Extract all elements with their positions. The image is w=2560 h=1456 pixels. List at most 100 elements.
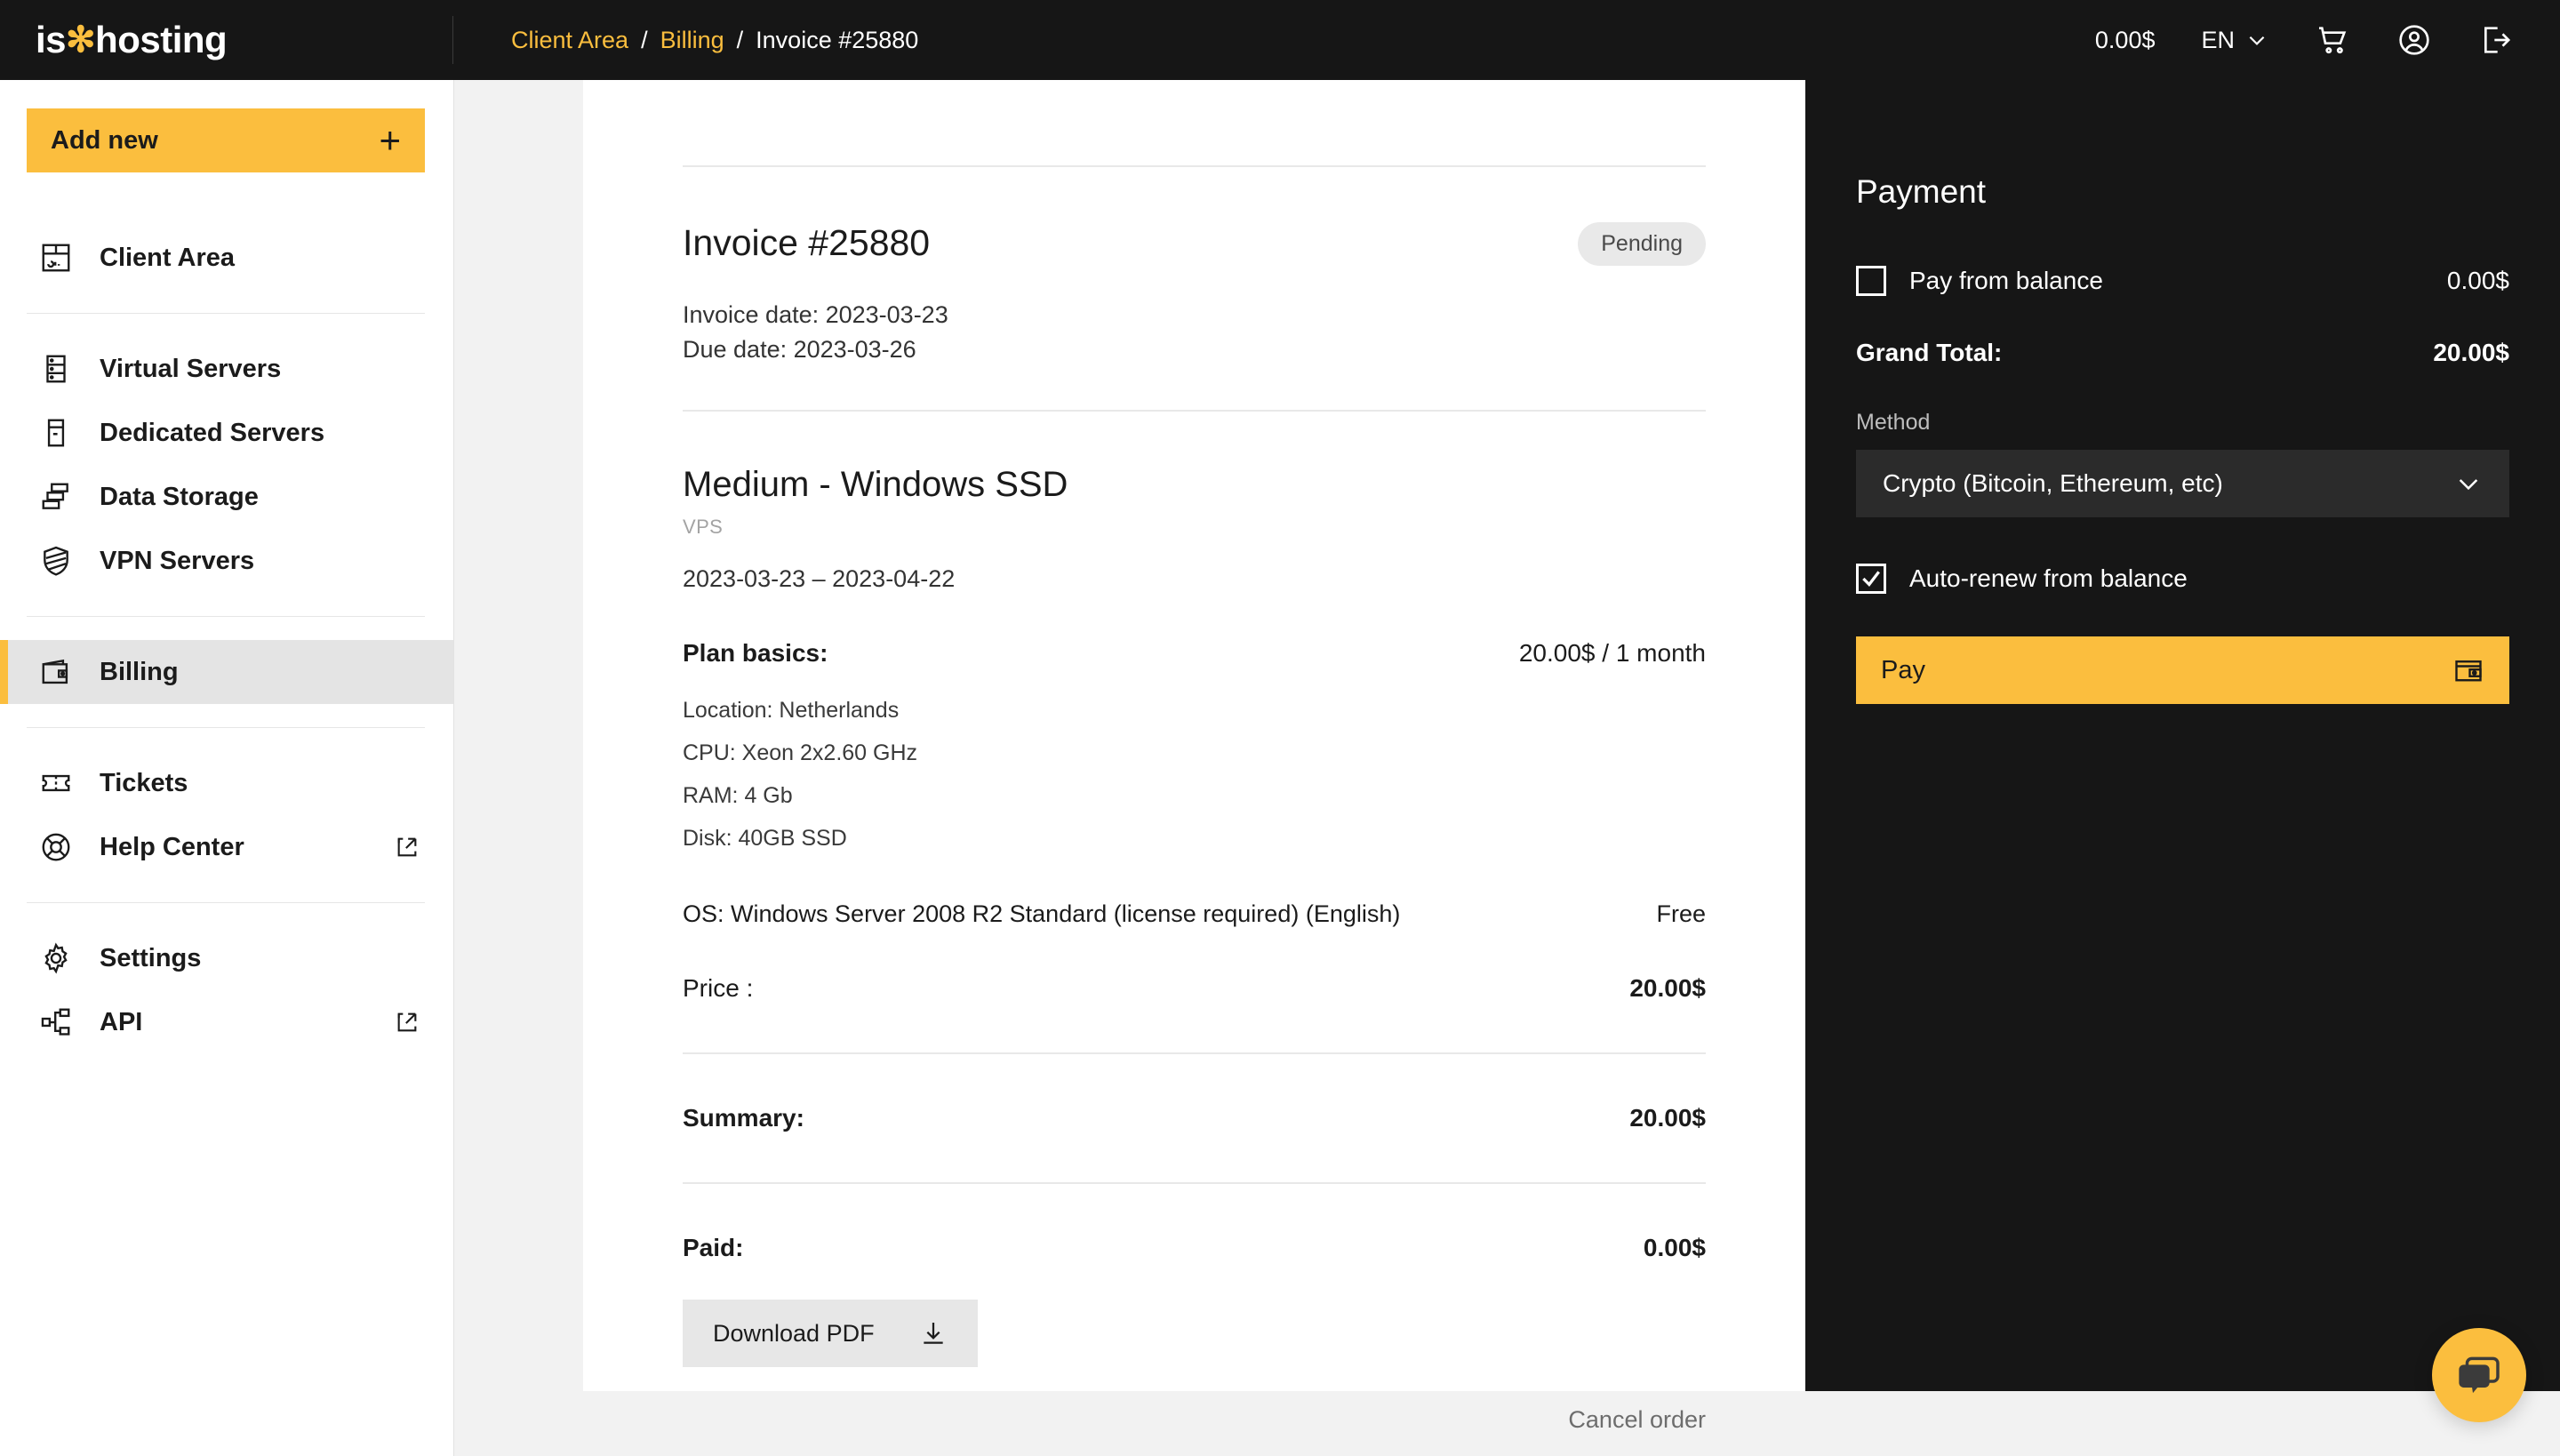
add-new-button[interactable]: Add new + bbox=[27, 108, 425, 172]
payment-method-value: Crypto (Bitcoin, Ethereum, etc) bbox=[1883, 469, 2223, 497]
breadcrumb-separator: / bbox=[736, 26, 744, 53]
logout-icon[interactable] bbox=[2478, 22, 2514, 58]
account-icon[interactable] bbox=[2396, 22, 2432, 58]
sidebar-item-dedicated-servers[interactable]: Dedicated Servers bbox=[0, 401, 453, 465]
invoice-dates: Invoice date: 2023-03-23 Due date: 2023-… bbox=[683, 298, 1706, 367]
server-rack-icon bbox=[46, 355, 66, 383]
method-label: Method bbox=[1856, 410, 1931, 435]
chevron-down-icon bbox=[2249, 36, 2265, 45]
spec-location: Location: Netherlands bbox=[683, 698, 900, 724]
payment-method-select[interactable]: Crypto (Bitcoin, Ethereum, etc) bbox=[1856, 450, 2509, 517]
chat-widget-button[interactable] bbox=[2432, 1328, 2526, 1422]
status-badge: Pending bbox=[1578, 222, 1706, 266]
auto-renew-control[interactable]: Auto-renew from balance bbox=[1856, 564, 2188, 594]
database-stack-icon bbox=[42, 483, 68, 509]
plan-basics-price: 20.00$ / 1 month bbox=[1518, 639, 1706, 668]
language-label: EN bbox=[2201, 26, 2235, 53]
os-price: Free bbox=[1656, 900, 1706, 928]
sidebar-item-label: Tickets bbox=[100, 768, 188, 797]
breadcrumb-current: Invoice #25880 bbox=[756, 26, 919, 53]
sidebar-item-label: Billing bbox=[100, 657, 179, 686]
sidebar-item-label: API bbox=[100, 1007, 143, 1036]
sidebar-item-client-area[interactable]: Client Area bbox=[0, 226, 453, 290]
pay-from-balance-checkbox[interactable] bbox=[1856, 266, 1886, 296]
ticket-icon bbox=[42, 774, 70, 792]
api-nodes-icon bbox=[41, 1008, 70, 1036]
breadcrumb-billing[interactable]: Billing bbox=[660, 27, 724, 54]
logo-star-icon: ✻ bbox=[66, 20, 96, 60]
paid-value: 0.00$ bbox=[1643, 1234, 1706, 1262]
pay-button[interactable]: Pay bbox=[1856, 636, 2509, 704]
gear-icon bbox=[44, 942, 68, 974]
external-link-icon bbox=[397, 837, 417, 857]
sidebar-item-vpn-servers[interactable]: VPN Servers bbox=[0, 529, 453, 593]
plan-period: 2023-03-23 – 2023-04-22 bbox=[683, 565, 956, 593]
summary-row: Summary: 20.00$ bbox=[683, 1104, 1706, 1132]
pay-from-balance-row: Pay from balance 0.00$ bbox=[1856, 266, 2509, 296]
spec-ram: RAM: 4 Gb bbox=[683, 783, 793, 809]
shield-icon bbox=[44, 546, 68, 576]
plan-type: VPS bbox=[683, 516, 724, 539]
grand-total-label: Grand Total: bbox=[1856, 339, 2003, 366]
os-label: OS: Windows Server 2008 R2 Standard (lic… bbox=[683, 900, 1401, 928]
card-top-divider bbox=[683, 165, 1706, 167]
sidebar-item-api[interactable]: API bbox=[0, 990, 453, 1054]
pay-from-balance-value: 0.00$ bbox=[2446, 267, 2509, 294]
payment-title: Payment bbox=[1856, 173, 1987, 210]
sidebar-item-virtual-servers[interactable]: Virtual Servers bbox=[0, 337, 453, 401]
plan-name: Medium - Windows SSD bbox=[683, 465, 1068, 505]
sidebar-item-label: Settings bbox=[100, 943, 202, 972]
external-link-icon bbox=[397, 1012, 417, 1032]
sidebar-item-data-storage[interactable]: Data Storage bbox=[0, 465, 453, 529]
sidebar-item-settings[interactable]: Settings bbox=[0, 926, 453, 990]
invoice-date: Invoice date: 2023-03-23 bbox=[683, 301, 948, 328]
sidebar-divider bbox=[27, 313, 425, 314]
sidebar-item-help-center[interactable]: Help Center bbox=[0, 815, 453, 879]
cart-icon[interactable] bbox=[2315, 22, 2350, 58]
sidebar-item-label: Virtual Servers bbox=[100, 354, 282, 383]
sidebar-item-billing[interactable]: Billing bbox=[0, 640, 453, 704]
summary-label: Summary: bbox=[683, 1104, 804, 1132]
invoice-header: Invoice #25880 Pending bbox=[683, 222, 1706, 266]
account-balance: 0.00$ bbox=[2094, 26, 2156, 53]
wallet-icon bbox=[2455, 660, 2482, 682]
section-divider bbox=[683, 410, 1706, 412]
paid-label: Paid: bbox=[683, 1234, 744, 1262]
cancel-order-link[interactable]: Cancel order bbox=[683, 1406, 1706, 1434]
spec-cpu: CPU: Xeon 2x2.60 GHz bbox=[683, 740, 918, 766]
sidebar-item-tickets[interactable]: Tickets bbox=[0, 751, 453, 815]
price-value: 20.00$ bbox=[1629, 974, 1706, 1003]
top-bar-actions: 0.00$ EN bbox=[2095, 22, 2560, 58]
due-date: Due date: 2023-03-26 bbox=[683, 336, 916, 364]
sidebar-item-label: VPN Servers bbox=[100, 546, 255, 575]
sidebar-item-label: Help Center bbox=[100, 832, 244, 861]
invoice-card: Invoice #25880 Pending Invoice date: 202… bbox=[583, 80, 1805, 1433]
os-row: OS: Windows Server 2008 R2 Standard (lic… bbox=[683, 900, 1706, 928]
download-pdf-label: Download PDF bbox=[713, 1319, 875, 1347]
plan-basics-row: Plan basics: 20.00$ / 1 month bbox=[683, 639, 1706, 668]
language-selector[interactable]: EN bbox=[2201, 27, 2268, 54]
sidebar-item-label: Data Storage bbox=[100, 482, 259, 511]
sidebar-divider bbox=[27, 727, 425, 728]
section-divider bbox=[683, 1182, 1706, 1185]
top-bar: is ✻ hosting Client Area / Billing / Invoi… bbox=[0, 0, 2560, 80]
grand-total-row: Grand Total: 20.00$ bbox=[1856, 339, 2509, 367]
download-pdf-button[interactable]: Download PDF bbox=[683, 1300, 978, 1368]
sidebar-divider bbox=[27, 902, 425, 903]
pay-from-balance-control[interactable]: Pay from balance bbox=[1856, 266, 2103, 296]
chat-bubbles-icon bbox=[2459, 1356, 2500, 1394]
breadcrumb-client-area[interactable]: Client Area bbox=[511, 27, 628, 54]
check-icon bbox=[1862, 571, 1880, 587]
sidebar-divider bbox=[27, 616, 425, 617]
logo[interactable]: is ✻ hosting bbox=[0, 0, 453, 80]
dashboard-icon bbox=[42, 244, 70, 272]
payment-panel: Payment Pay from balance 0.00$ Grand Tot… bbox=[1805, 80, 2560, 1391]
logo-text-1: is bbox=[36, 19, 67, 60]
auto-renew-label: Auto-renew from balance bbox=[1909, 564, 2188, 592]
sidebar: Add new + Client Area Virtual Servers De… bbox=[0, 80, 454, 1456]
logo-divider bbox=[452, 16, 453, 64]
lifebuoy-icon bbox=[42, 833, 70, 861]
plan-specs: Location: Netherlands CPU: Xeon 2x2.60 G… bbox=[683, 689, 1706, 860]
logo-text-2: hosting bbox=[95, 19, 228, 60]
auto-renew-checkbox[interactable] bbox=[1856, 564, 1886, 594]
